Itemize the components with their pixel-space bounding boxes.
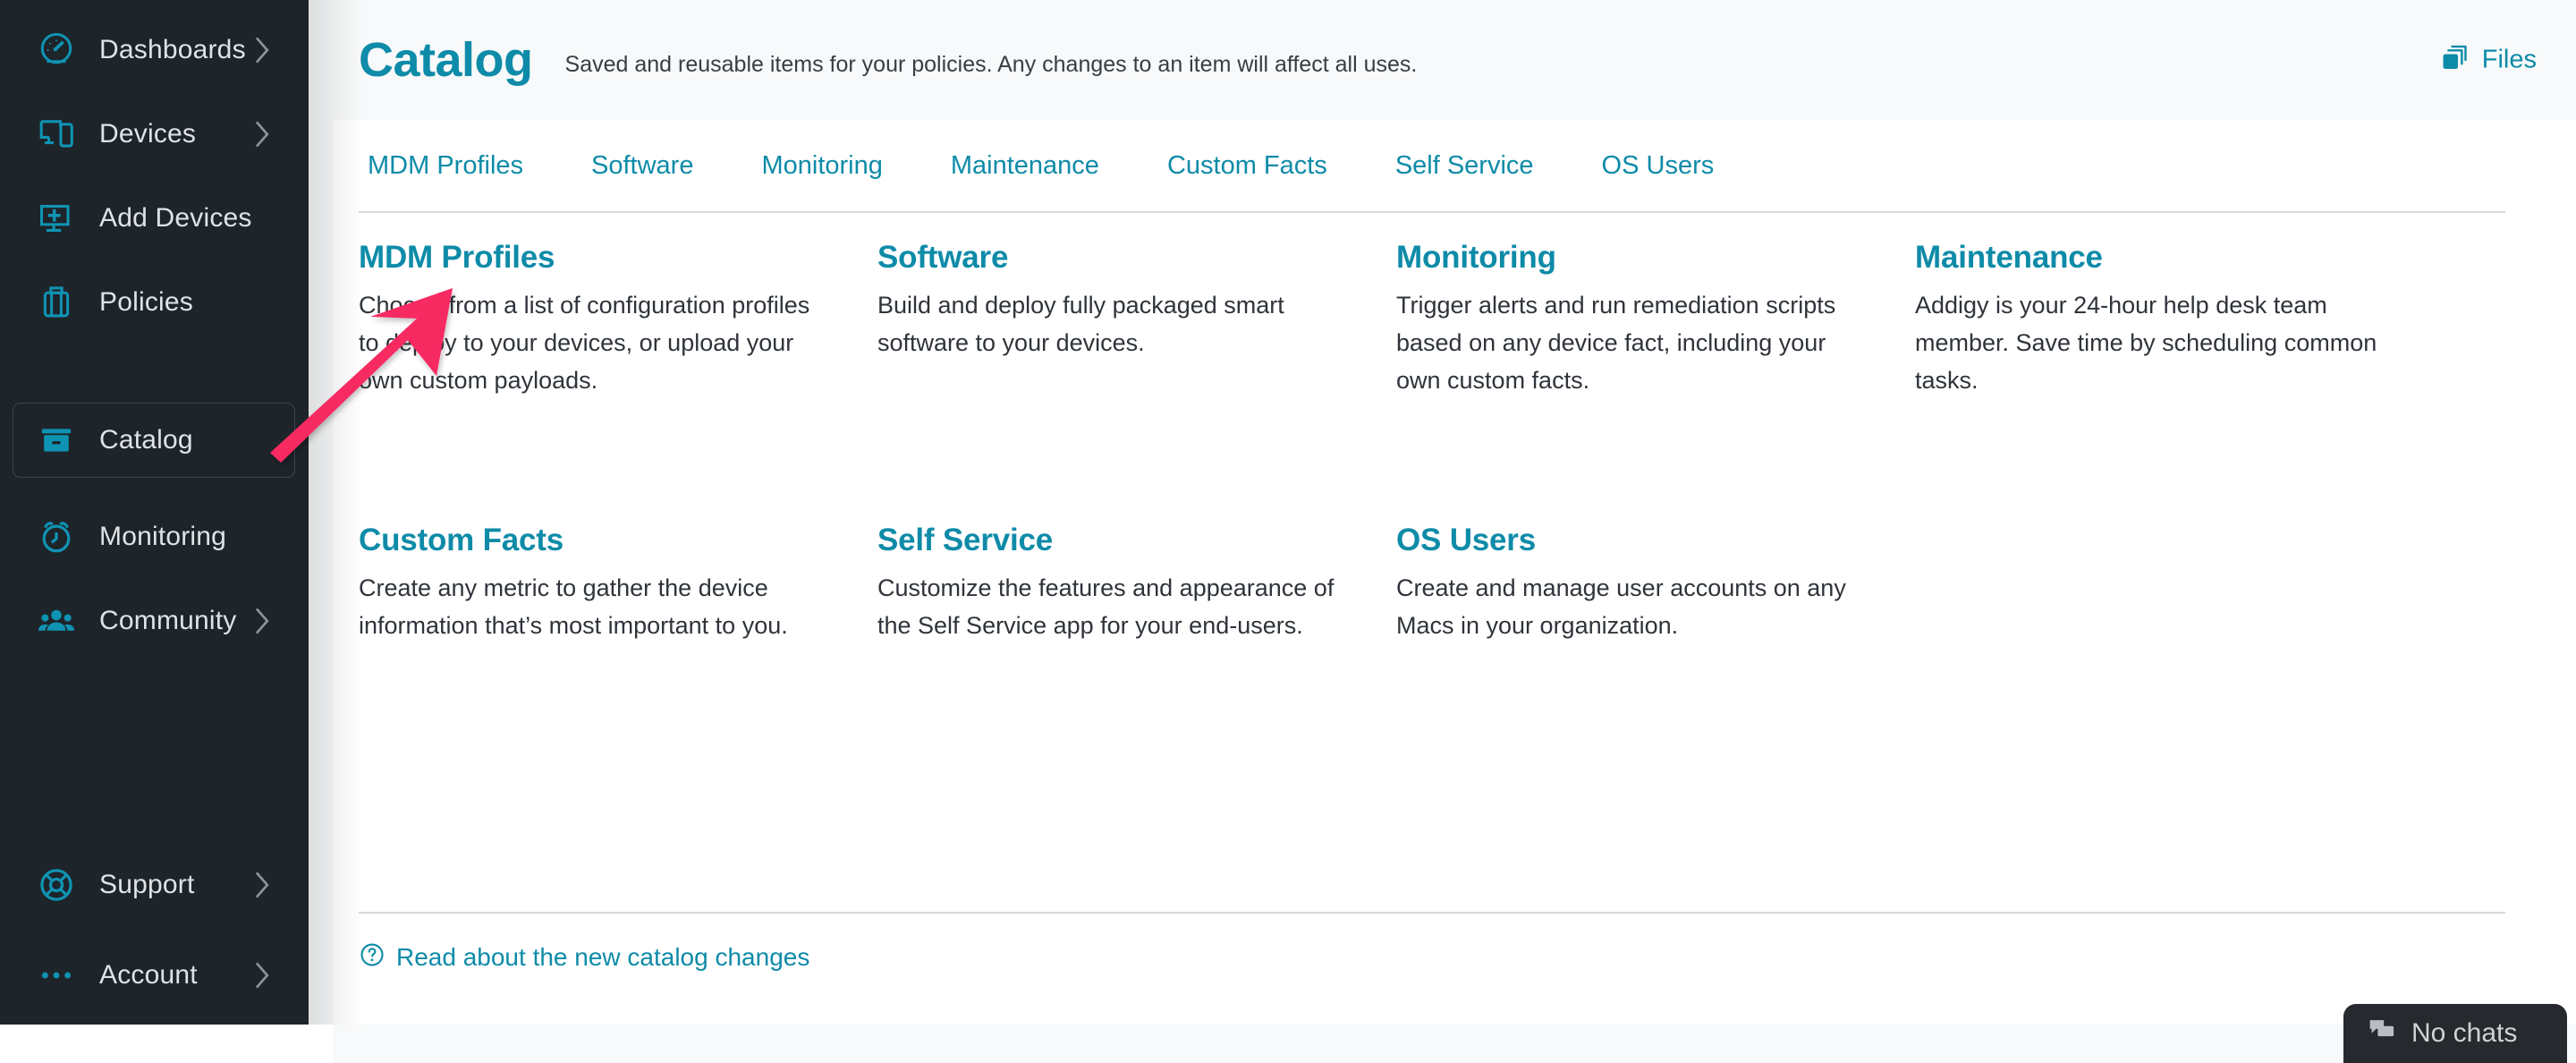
people-icon bbox=[33, 598, 80, 644]
files-button-label: Files bbox=[2481, 45, 2537, 74]
sidebar-item-community[interactable]: Community bbox=[13, 583, 295, 659]
tile-self-service[interactable]: Self Service Customize the features and … bbox=[877, 523, 1352, 805]
question-circle-icon bbox=[359, 941, 386, 973]
tile-description: Build and deploy fully packaged smart so… bbox=[877, 292, 1284, 357]
tile-title[interactable]: Self Service bbox=[877, 523, 1352, 558]
page-subtitle: Saved and reusable items for your polici… bbox=[564, 51, 1418, 77]
chat-widget-label: No chats bbox=[2411, 1018, 2518, 1048]
tab-software[interactable]: Software bbox=[582, 151, 702, 181]
tile-description: Addigy is your 24-hour help desk team me… bbox=[1915, 292, 2377, 395]
tile-title[interactable]: MDM Profiles bbox=[359, 240, 833, 276]
sidebar-item-support[interactable]: Support bbox=[13, 847, 295, 923]
chevron-right-icon bbox=[251, 870, 271, 900]
sidebar-item-label: Community bbox=[99, 606, 237, 635]
files-button[interactable]: Files bbox=[2439, 43, 2537, 78]
add-device-icon bbox=[33, 195, 80, 242]
alarm-clock-icon bbox=[33, 514, 80, 560]
page-title: Catalog bbox=[359, 33, 533, 87]
tile-description: Customize the features and appearance of… bbox=[877, 574, 1335, 640]
tab-custom-facts[interactable]: Custom Facts bbox=[1158, 151, 1336, 181]
sidebar: Dashboards Devices Add Devices Policies … bbox=[0, 0, 309, 1025]
sidebar-item-label: Account bbox=[99, 960, 198, 990]
tile-title[interactable]: Maintenance bbox=[1915, 240, 2389, 276]
tile-description: Choose from a list of configuration prof… bbox=[359, 292, 810, 395]
tile-title[interactable]: Software bbox=[877, 240, 1352, 276]
tile-description: Create and manage user accounts on any M… bbox=[1396, 574, 1846, 640]
sidebar-item-account[interactable]: Account bbox=[13, 938, 295, 1013]
catalog-changes-link-label: Read about the new catalog changes bbox=[396, 942, 810, 971]
sidebar-item-label: Support bbox=[99, 870, 195, 899]
sidebar-item-label: Add Devices bbox=[99, 203, 252, 233]
tile-mdm-profiles[interactable]: MDM Profiles Choose from a list of confi… bbox=[359, 240, 833, 523]
sidebar-item-catalog[interactable]: Catalog bbox=[13, 403, 295, 478]
main-content: Catalog Saved and reusable items for you… bbox=[333, 0, 2576, 1063]
sidebar-item-devices[interactable]: Devices bbox=[13, 97, 295, 172]
catalog-tile-grid: MDM Profiles Choose from a list of confi… bbox=[359, 240, 2505, 805]
life-ring-icon bbox=[33, 862, 80, 908]
sidebar-item-label: Monitoring bbox=[99, 522, 227, 551]
sidebar-gutter bbox=[309, 0, 333, 1025]
sidebar-item-label: Devices bbox=[99, 119, 197, 149]
catalog-card: MDM Profiles Software Monitoring Mainten… bbox=[333, 120, 2576, 1025]
catalog-changes-link[interactable]: Read about the new catalog changes bbox=[359, 941, 809, 973]
sidebar-item-label: Catalog bbox=[99, 425, 193, 455]
page-header: Catalog Saved and reusable items for you… bbox=[333, 0, 2576, 120]
tile-title[interactable]: Monitoring bbox=[1396, 240, 1870, 276]
sidebar-item-monitoring[interactable]: Monitoring bbox=[13, 499, 295, 574]
sidebar-item-policies[interactable]: Policies bbox=[13, 265, 295, 340]
archive-box-icon bbox=[33, 417, 80, 463]
tab-bar: MDM Profiles Software Monitoring Mainten… bbox=[333, 120, 2576, 211]
tab-mdm-profiles[interactable]: MDM Profiles bbox=[359, 151, 532, 181]
tab-bar-divider bbox=[359, 211, 2505, 213]
sidebar-item-label: Dashboards bbox=[99, 35, 246, 64]
tile-software[interactable]: Software Build and deploy fully packaged… bbox=[877, 240, 1352, 523]
tile-monitoring[interactable]: Monitoring Trigger alerts and run remedi… bbox=[1396, 240, 1870, 523]
sidebar-item-add-devices[interactable]: Add Devices bbox=[13, 181, 295, 256]
tab-maintenance[interactable]: Maintenance bbox=[942, 151, 1108, 181]
devices-icon bbox=[33, 111, 80, 157]
tile-maintenance[interactable]: Maintenance Addigy is your 24-hour help … bbox=[1915, 240, 2389, 523]
layers-icon bbox=[2439, 43, 2470, 78]
sidebar-item-label: Policies bbox=[99, 287, 193, 317]
chevron-right-icon bbox=[251, 960, 271, 991]
tab-os-users[interactable]: OS Users bbox=[1593, 151, 1724, 181]
footer-divider bbox=[359, 912, 2505, 914]
sidebar-item-dashboards[interactable]: Dashboards bbox=[13, 13, 295, 88]
gauge-icon bbox=[33, 27, 80, 73]
chevron-right-icon bbox=[251, 119, 271, 149]
ellipsis-icon bbox=[33, 952, 80, 999]
chat-bubbles-icon bbox=[2367, 1018, 2397, 1050]
tile-custom-facts[interactable]: Custom Facts Create any metric to gather… bbox=[359, 523, 833, 805]
tile-title[interactable]: OS Users bbox=[1396, 523, 1870, 558]
tab-monitoring[interactable]: Monitoring bbox=[752, 151, 891, 181]
chevron-right-icon bbox=[251, 606, 271, 636]
tile-description: Create any metric to gather the device i… bbox=[359, 574, 788, 640]
tile-os-users[interactable]: OS Users Create and manage user accounts… bbox=[1396, 523, 1870, 805]
tile-description: Trigger alerts and run remediation scrip… bbox=[1396, 292, 1836, 395]
chat-widget[interactable]: No chats bbox=[2343, 1004, 2567, 1063]
tile-title[interactable]: Custom Facts bbox=[359, 523, 833, 558]
chevron-right-icon bbox=[251, 35, 271, 65]
briefcase-icon bbox=[33, 279, 80, 326]
tab-self-service[interactable]: Self Service bbox=[1386, 151, 1543, 181]
